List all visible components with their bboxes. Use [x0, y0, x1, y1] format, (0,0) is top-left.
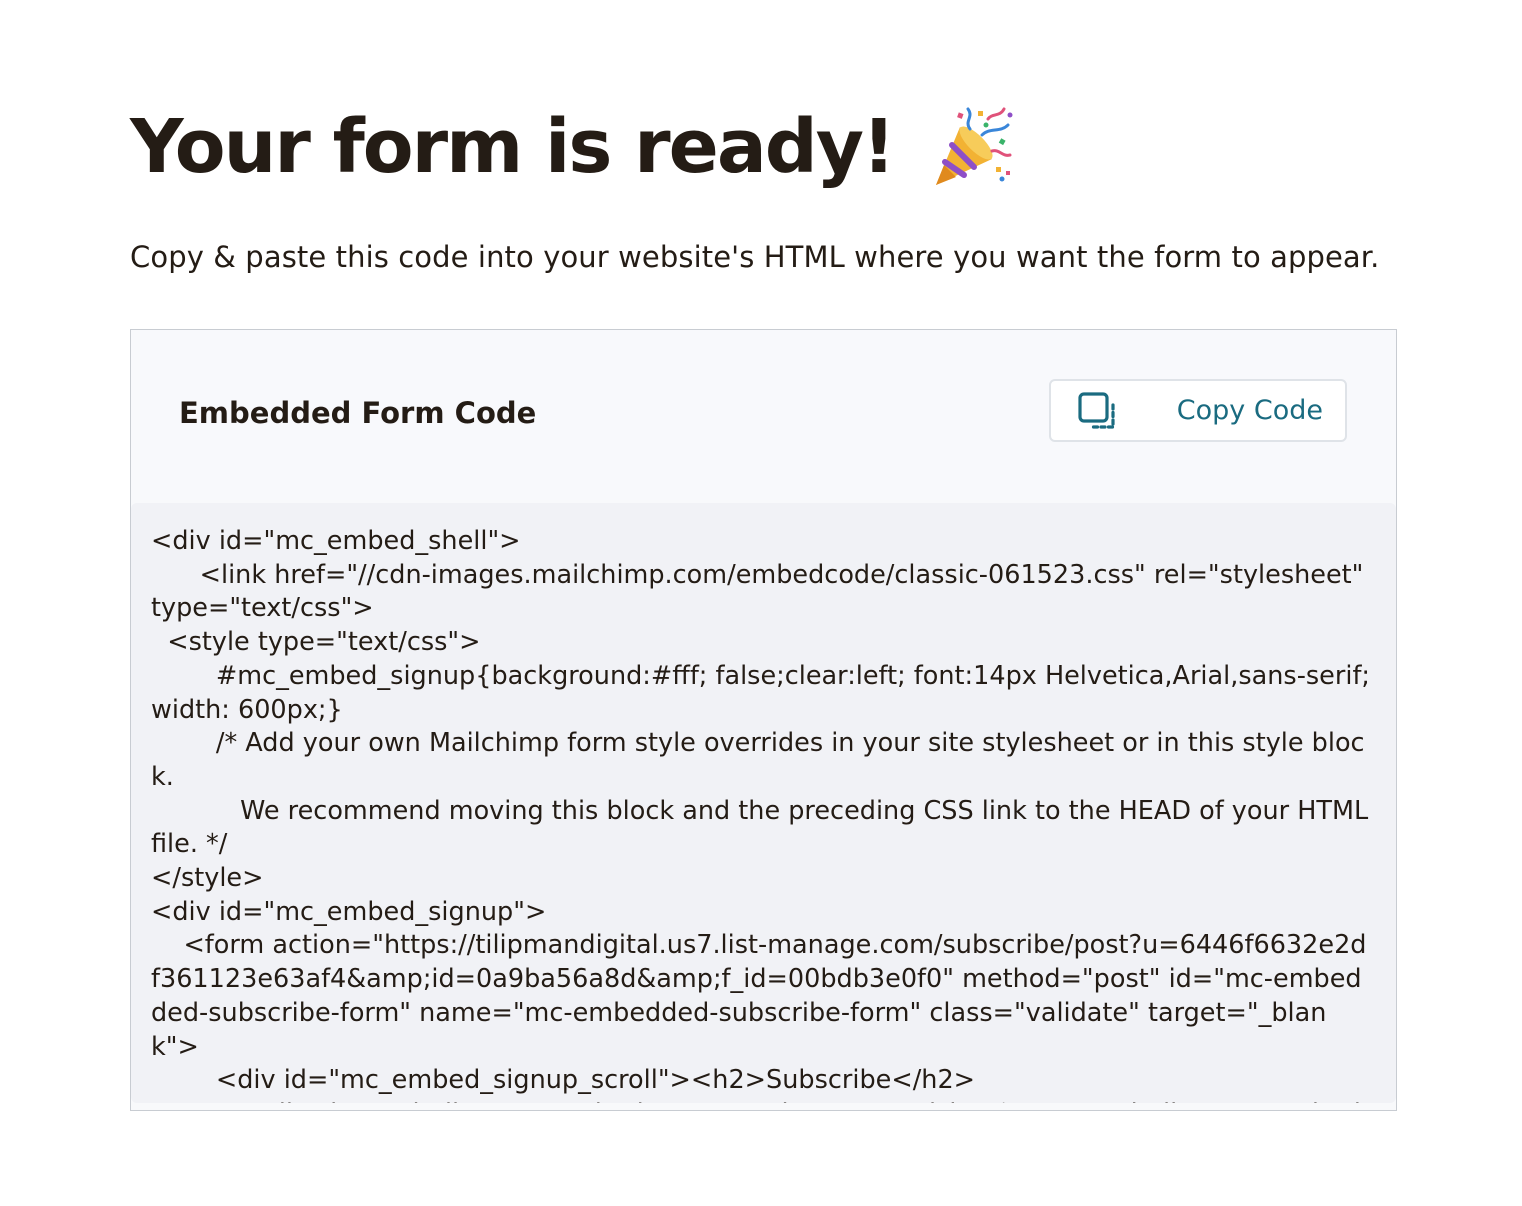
panel-header: Embedded Form Code Copy Code	[131, 330, 1396, 500]
embed-code-area[interactable]: <div id="mc_embed_shell"> <link href="//…	[131, 503, 1396, 1103]
page-subtitle: Copy & paste this code into your website…	[130, 240, 1380, 274]
embed-code-text[interactable]: <div id="mc_embed_shell"> <link href="//…	[151, 525, 1373, 1103]
title-row: Your form is ready!	[130, 92, 1014, 202]
party-popper-icon	[930, 105, 1014, 189]
embedded-code-panel: Embedded Form Code Copy Code <div id="mc…	[130, 329, 1397, 1111]
copy-code-button[interactable]: Copy Code	[1049, 379, 1347, 442]
copy-code-label: Copy Code	[1176, 395, 1323, 426]
panel-title: Embedded Form Code	[179, 396, 537, 430]
page-title: Your form is ready!	[130, 104, 896, 190]
copy-icon	[1077, 391, 1119, 433]
